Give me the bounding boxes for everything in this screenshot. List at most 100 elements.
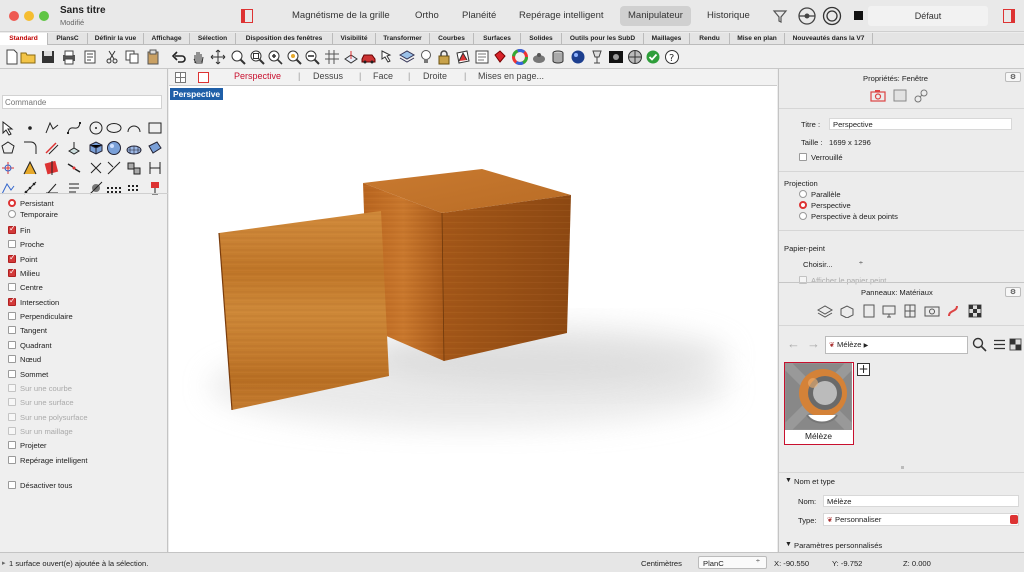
disable-all-checkbox[interactable] [8,481,16,489]
grid-panel-icon[interactable] [903,304,917,318]
pipe-icon[interactable] [913,89,929,103]
viewport-tab-front[interactable]: Face [373,71,393,81]
tab-selection[interactable]: Sélection [190,33,236,45]
print-icon[interactable] [61,49,77,65]
forward-arrow-icon[interactable]: → [807,336,820,351]
render-teapot-icon[interactable] [531,49,547,65]
cylinder-icon[interactable] [550,49,566,65]
minimize-icon[interactable] [24,11,34,21]
viewport-tab-layouts[interactable]: Mises en page... [478,71,544,81]
tab-transformer[interactable]: Transformer [376,33,430,45]
lock-icon[interactable] [436,49,452,65]
zoom-selected-icon[interactable] [286,49,302,65]
osnap-projeter-checkbox[interactable] [8,441,16,449]
material-swatch[interactable]: Mélèze [784,362,854,445]
pan-hand-icon[interactable] [190,49,206,65]
render-sphere-icon[interactable] [570,49,586,65]
osnap-intersection-checkbox[interactable] [8,296,16,306]
history-toggle[interactable]: Historique [699,6,758,26]
osnap-proche-checkbox[interactable] [8,240,16,248]
paste-icon[interactable] [145,49,161,65]
render-preview-icon[interactable] [608,49,624,65]
osnap-sur-une-polysurface-checkbox[interactable] [8,413,16,421]
check-update-icon[interactable] [645,49,661,65]
viewport-tab-right[interactable]: Droite [423,71,447,81]
osnap-fin-checkbox[interactable] [8,224,16,234]
osnap-sur-une-courbe-checkbox[interactable] [8,384,16,392]
cut-icon[interactable] [104,49,120,65]
viewport-grid-icon[interactable] [175,72,186,83]
command-history-icon[interactable]: ▸ [2,559,6,567]
viewport-single-icon[interactable] [198,72,209,83]
tab-mise-en-plan[interactable]: Mise en plan [730,33,785,45]
camera-icon[interactable] [870,89,886,102]
list-icon[interactable] [993,339,1006,350]
resize-handle-icon[interactable] [901,466,904,469]
osnap-perpendiculaire-checkbox[interactable] [8,312,16,320]
gear-icon[interactable]: ⚙ [1005,72,1021,82]
osnap-tangent-checkbox[interactable] [8,326,16,334]
tab-nouveautes-dans-la-v7[interactable]: Nouveautés dans la V7 [785,33,873,45]
perspective-radio[interactable] [799,201,807,209]
osnap-icon[interactable] [797,6,817,26]
title-field[interactable]: Perspective [829,118,1012,130]
environment-icon[interactable] [627,49,643,65]
disclosure-triangle-icon[interactable]: ▼ [785,477,792,484]
new-file-icon[interactable] [4,49,20,65]
choose-wallpaper-dropdown[interactable]: Choisir... [803,260,833,269]
lamp-icon[interactable] [589,49,605,65]
cplane-dropdown[interactable]: PlanC ÷ [698,556,767,569]
copy-icon[interactable] [124,49,140,65]
viewport-tab-top[interactable]: Dessus [313,71,343,81]
close-icon[interactable] [9,11,19,21]
tab-solides[interactable]: Solides [521,33,562,45]
zoom-previous-icon[interactable] [304,49,320,65]
document-properties-icon[interactable] [82,49,98,65]
tab-visibilite[interactable]: Visibilité [333,33,376,45]
tab-definir-la-vue[interactable]: Définir la vue [88,33,144,45]
two-point-radio[interactable] [799,212,807,220]
save-icon[interactable] [40,49,56,65]
object-color-icon[interactable] [455,49,471,65]
grid-view-icon[interactable] [1009,338,1022,351]
checker-icon[interactable] [968,304,982,318]
tab-surfaces[interactable]: Surfaces [474,33,521,45]
osnap-noeud-checkbox[interactable] [8,355,16,363]
filter-icon[interactable] [772,8,788,24]
disclosure-triangle-icon[interactable]: ▼ [785,541,792,548]
osnap-sommet-checkbox[interactable] [8,370,16,378]
panel-toggle-icon[interactable] [1003,9,1015,23]
light-bulb-icon[interactable] [418,49,434,65]
paint-bucket-icon[interactable] [492,49,508,65]
display-icon[interactable] [893,89,907,102]
osnap-centre-checkbox[interactable] [8,283,16,291]
osnap-sur-un-maillage-checkbox[interactable] [8,427,16,435]
gear-icon[interactable]: ⚙ [1005,287,1021,297]
tab-standard[interactable]: Standard [0,33,48,45]
smarttrack-toggle[interactable]: Repérage intelligent [511,6,612,26]
search-icon[interactable] [972,337,987,352]
select-objects-icon[interactable] [380,49,396,65]
osnap-sur-une-surface-checkbox[interactable] [8,398,16,406]
tab-affichage[interactable]: Affichage [144,33,190,45]
material-name-field[interactable]: Mélèze [823,495,1019,507]
layer-swatch-icon[interactable] [854,11,863,20]
gumball-toggle[interactable]: Manipulateur [620,6,691,26]
layers-icon[interactable] [817,304,833,318]
planar-toggle[interactable]: Planéité [454,6,504,26]
grid-snap-toggle[interactable]: Magnétisme de la grille [284,6,398,26]
document-icon[interactable] [862,304,876,318]
osnap-milieu-checkbox[interactable] [8,267,16,277]
locked-checkbox[interactable] [799,153,807,161]
zoom-window-icon[interactable] [249,49,265,65]
layer-icon[interactable] [399,49,415,65]
viewport-tab-perspective[interactable]: Perspective [234,71,281,81]
add-icon[interactable]: + [857,363,870,376]
cplane-icon[interactable] [343,49,359,65]
help-icon[interactable]: ? [664,49,680,65]
rotate-view-icon[interactable] [210,49,226,65]
display-mode-icon[interactable] [822,6,842,26]
tab-courbes[interactable]: Courbes [430,33,474,45]
properties-icon[interactable] [474,49,490,65]
tab-maillages[interactable]: Maillages [644,33,690,45]
